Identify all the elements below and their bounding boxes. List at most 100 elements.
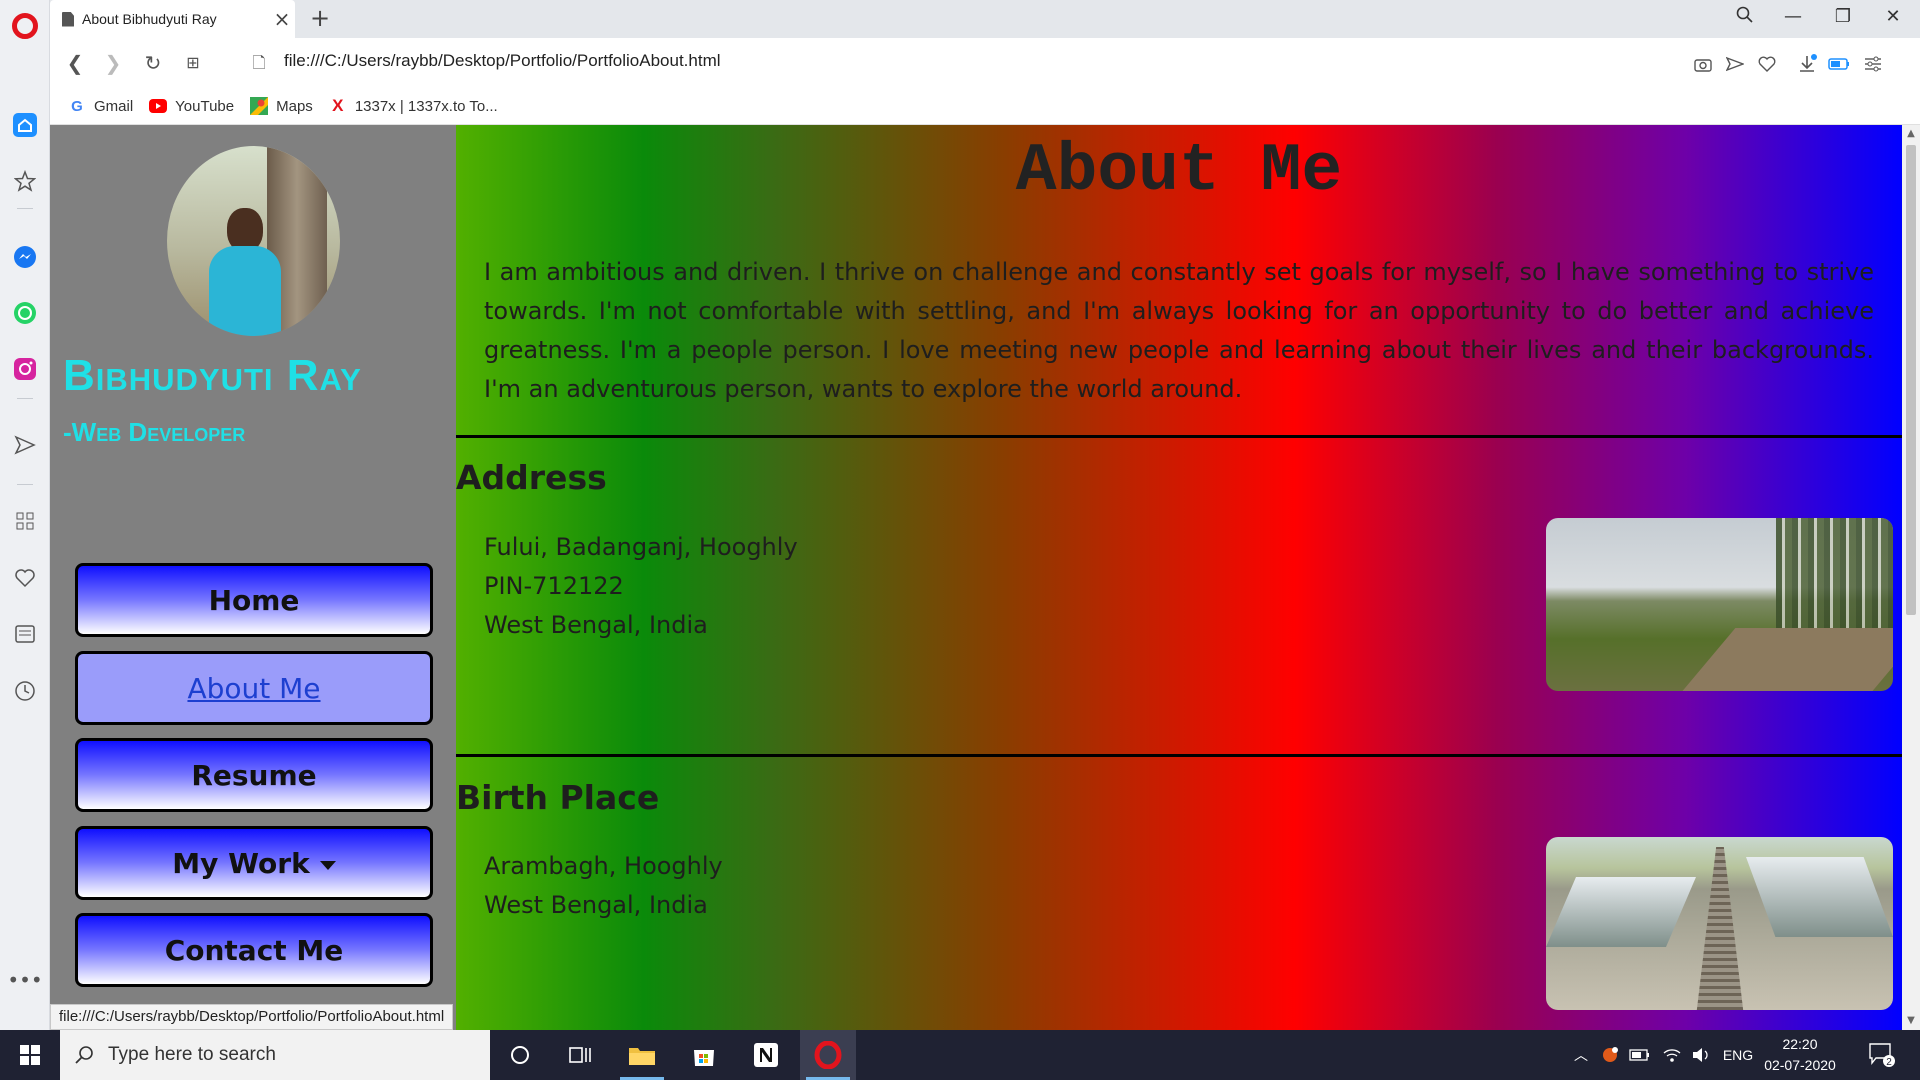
microsoft-store-icon[interactable] [676,1030,732,1080]
birth-place-lines: Arambagh, Hooghly West Bengal, India [484,847,723,925]
scroll-up-icon[interactable]: ▲ [1902,125,1920,143]
nav-label: About Me [187,671,321,705]
task-view-icon[interactable] [552,1030,608,1080]
birth-place-heading: Birth Place [456,778,660,817]
forward-icon[interactable]: ❯ [100,50,126,76]
nav-label: Home [208,583,300,617]
profile-photo [167,146,340,336]
volume-icon[interactable] [1688,1030,1716,1080]
action-center-icon[interactable]: 2 [1862,1030,1902,1080]
section-divider [456,754,1902,757]
windows-start-icon[interactable] [0,1030,60,1080]
address-bar: ❮ ❯ ↻ ⊞ 🗋 file:///C:/Users/raybb/Desktop… [50,38,1920,88]
address-heading: Address [456,458,607,497]
downloads-icon[interactable] [1794,51,1820,77]
bookmark-youtube[interactable]: YouTube [149,97,234,115]
whatsapp-icon[interactable] [10,298,40,328]
bookmark-maps[interactable]: Maps [250,97,313,115]
address-line: Fului, Badanganj, Hooghly [484,533,798,561]
search-tabs-icon[interactable] [1730,6,1760,32]
close-tab-icon[interactable]: × [269,7,295,31]
village-field-photo [1546,518,1893,691]
birth-place-line: Arambagh, Hooghly [484,852,723,880]
bookmarks-star-icon[interactable] [10,166,40,196]
nav-about-button[interactable]: About Me [75,651,433,725]
nav-home-button[interactable]: Home [75,563,433,637]
reload-icon[interactable]: ↻ [140,50,166,76]
bookmark-label: YouTube [175,97,235,115]
tab-bar: About Bibhudyuti Ray × + — ❐ ✕ [50,0,1920,38]
opera-logo-icon[interactable] [12,13,38,39]
nav-my-work-dropdown[interactable]: My Work [75,826,433,900]
scroll-down-icon[interactable]: ▼ [1902,1012,1920,1030]
opera-sidebar: ••• [0,0,50,1030]
about-paragraph: I am ambitious and driven. I thrive on c… [484,258,1874,403]
clock-time: 22:20 [1782,1036,1818,1052]
maps-icon [250,97,269,115]
back-icon[interactable]: ❮ [62,50,88,76]
minimize-icon[interactable]: — [1778,6,1808,32]
bookmark-1337x[interactable]: X 1337x | 1337x.to To... [329,96,498,115]
snapshot-camera-icon[interactable] [1690,51,1716,77]
section-divider [456,435,1902,438]
url-field[interactable]: file:///C:/Users/raybb/Desktop/Portfolio… [284,51,721,71]
file-icon: 🗋 [252,53,266,72]
easy-setup-icon[interactable] [1860,51,1886,77]
railway-station-photo [1546,837,1893,1010]
file-explorer-icon[interactable] [614,1030,670,1080]
notion-icon[interactable] [738,1030,794,1080]
search-icon [75,1046,93,1064]
speed-dial-icon[interactable] [10,110,40,140]
address-line: PIN-712122 [484,572,624,600]
search-placeholder: Type here to search [108,1044,276,1065]
bookmark-label: Gmail [94,97,134,115]
battery-saver-icon[interactable] [1826,51,1852,77]
tab-title: About Bibhudyuti Ray [82,11,217,27]
windows-taskbar: Type here to search ︿ ENG 22:20 02-07-20… [0,1030,1920,1080]
nav-resume-button[interactable]: Resume [75,738,433,812]
workspaces-icon[interactable] [10,506,40,536]
security-tray-icon[interactable] [1596,1030,1624,1080]
nav-label: Contact Me [164,933,344,967]
google-icon: G [71,97,83,115]
nav-label: My Work [172,846,310,880]
heart-icon[interactable] [10,563,40,593]
share-send-icon[interactable] [1722,51,1748,77]
scroll-thumb[interactable] [1906,145,1916,615]
window-close-icon[interactable]: ✕ [1878,6,1908,32]
profile-name: Bibhudyuti Ray [63,351,362,400]
show-hidden-icons-icon[interactable]: ︿ [1568,1030,1594,1080]
youtube-icon [149,97,168,115]
battery-icon[interactable] [1626,1030,1654,1080]
news-icon[interactable] [10,619,40,649]
send-icon[interactable] [10,430,40,460]
profile-sidebar: Bibhudyuti Ray -Web Developer Home About… [50,125,456,1030]
new-tab-icon[interactable]: + [305,4,335,32]
bookmark-label: Maps [276,97,313,115]
svg-text:2: 2 [1886,1057,1892,1068]
wifi-icon[interactable] [1658,1030,1686,1080]
instagram-icon[interactable] [10,354,40,384]
history-clock-icon[interactable] [10,676,40,706]
restore-icon[interactable]: ❐ [1828,6,1858,32]
nav-contact-button[interactable]: Contact Me [75,913,433,987]
taskbar-search-box[interactable]: Type here to search [60,1030,490,1080]
tabs-grid-icon[interactable]: ⊞ [180,50,206,76]
clock-date: 02-07-2020 [1764,1057,1836,1073]
address-lines: Fului, Badanganj, Hooghly PIN-712122 Wes… [484,528,798,645]
language-indicator[interactable]: ENG [1718,1030,1758,1080]
page-scrollbar[interactable]: ▲ ▼ [1902,125,1920,1030]
messenger-icon[interactable] [10,242,40,272]
birth-place-line: West Bengal, India [484,891,708,919]
browser-tab[interactable]: About Bibhudyuti Ray × [50,0,295,38]
opera-taskbar-icon[interactable] [800,1030,856,1080]
cortana-icon[interactable] [492,1030,548,1080]
link-status-bar: file:///C:/Users/raybb/Desktop/Portfolio… [50,1004,454,1030]
system-clock[interactable]: 22:20 02-07-2020 [1760,1034,1840,1076]
bookmark-heart-icon[interactable] [1754,51,1780,77]
bookmarks-bar: G Gmail YouTube Maps X 1337x | 1337x.to … [50,88,1920,125]
more-options-icon[interactable]: ••• [7,965,42,995]
bookmark-gmail[interactable]: G Gmail [68,97,133,115]
bookmark-label: 1337x | 1337x.to To... [354,97,498,115]
nav-label: Resume [191,758,317,792]
